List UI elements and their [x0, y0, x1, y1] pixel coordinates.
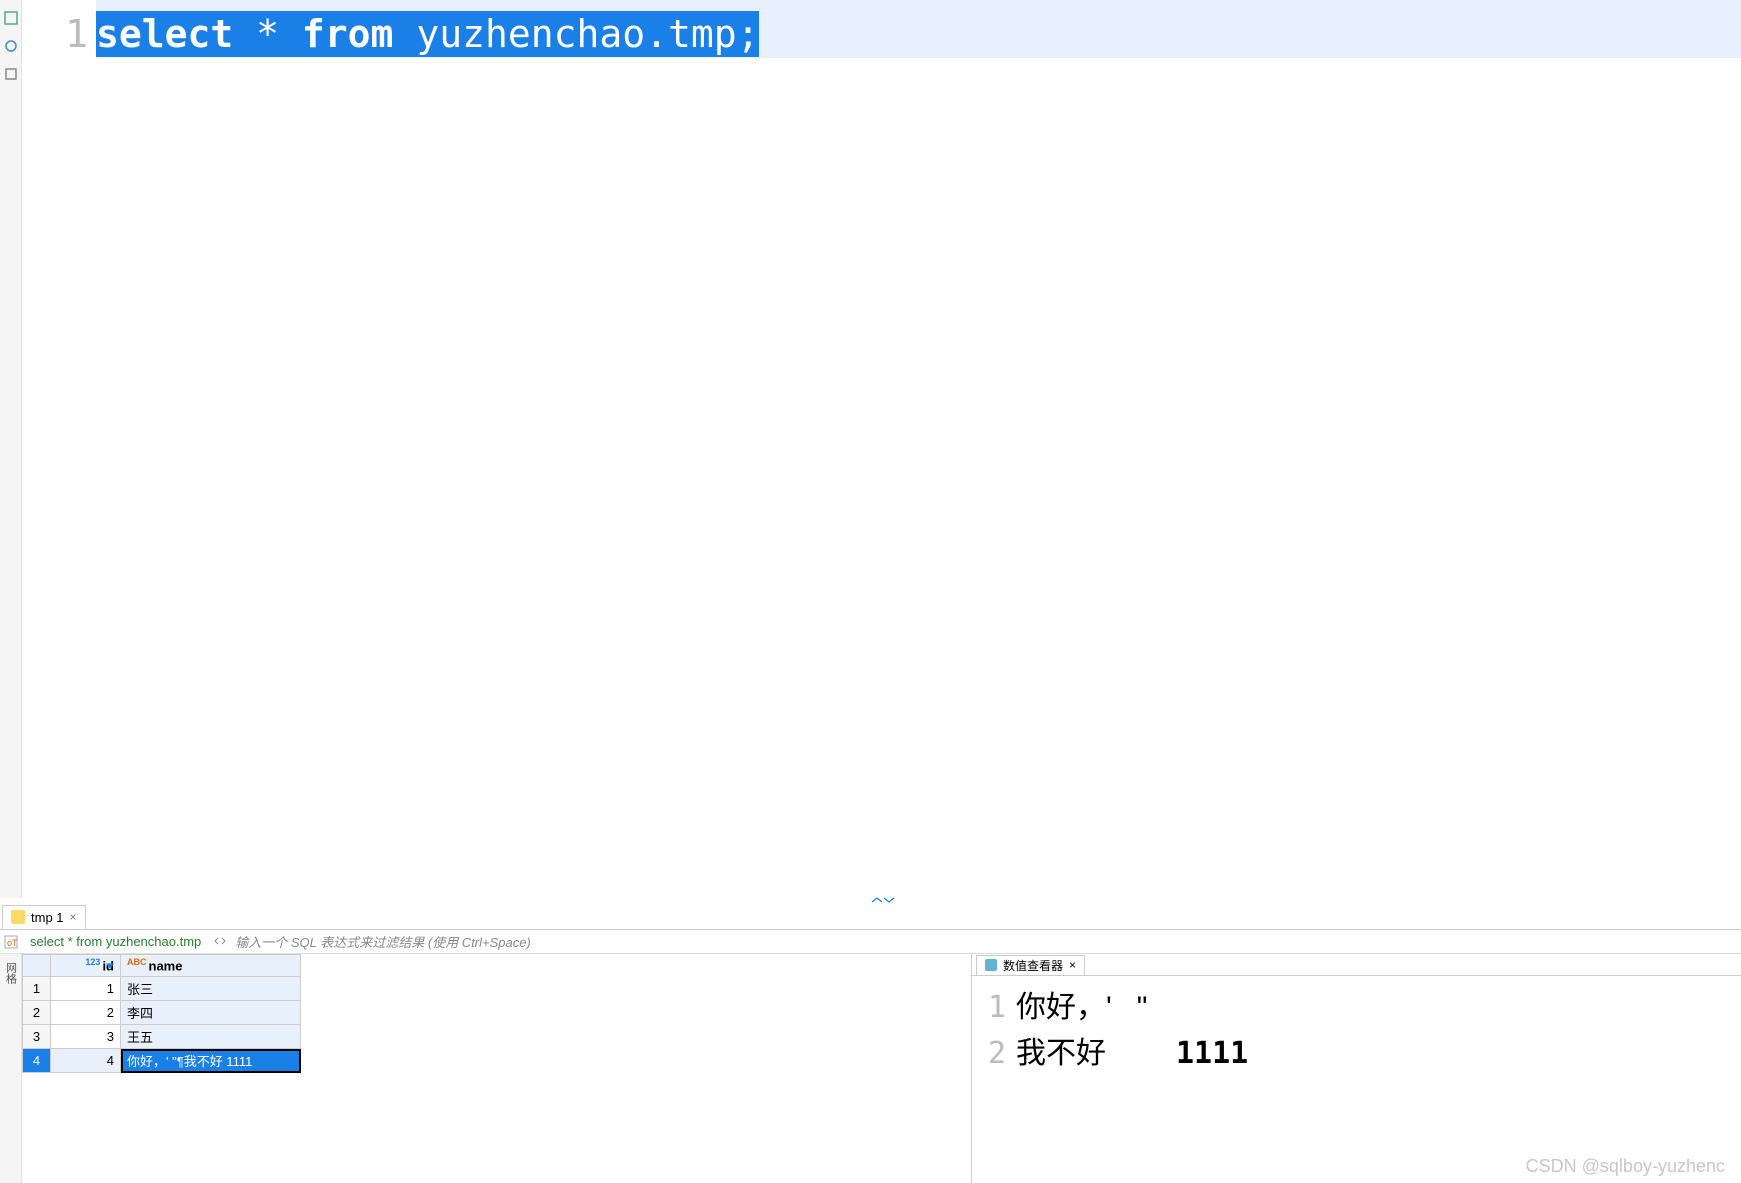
watermark: CSDN @sqlboy-yuzhenc [1526, 1156, 1725, 1177]
type-badge-text: ABC [127, 957, 147, 967]
table-row[interactable]: 1 1 张三 [23, 977, 301, 1001]
query-icon: oT [2, 933, 20, 951]
left-toolbar [0, 0, 22, 898]
results-side-tab[interactable]: 网格 [0, 954, 22, 1183]
results-panel: tmp 1 × oT select * from yuzhenchao.tmp … [0, 904, 1741, 1183]
editor-hscrollbar[interactable] [118, 881, 1741, 898]
result-tabbar: tmp 1 × [0, 904, 1741, 930]
grid-body: 1 1 张三 2 2 李四 3 3 王五 4 [23, 977, 301, 1073]
toolbar-icon-1[interactable] [1, 8, 21, 28]
viewer-line: 1 你好，' " [982, 982, 1731, 1026]
expand-icon[interactable] [211, 933, 229, 951]
editor-gutter: 1 [22, 0, 96, 898]
viewer-tab[interactable]: 数值查看器 × [976, 955, 1085, 975]
viewer-tab-label: 数值查看器 [1003, 957, 1063, 974]
column-header-name[interactable]: ABCname [121, 955, 301, 977]
viewer-icon [985, 959, 997, 971]
filter-bar: oT select * from yuzhenchao.tmp 输入一个 SQL… [0, 930, 1741, 954]
table-row[interactable]: 2 2 李四 [23, 1001, 301, 1025]
toolbar-icon-2[interactable] [1, 36, 21, 56]
column-header-id[interactable]: 123id [51, 955, 121, 977]
close-icon[interactable]: × [1069, 958, 1076, 972]
viewer-tabbar: 数值查看器 × [972, 954, 1741, 976]
corner-cell[interactable] [23, 955, 51, 977]
code-surface[interactable]: select * from yuzhenchao.tmp; [96, 0, 1741, 898]
svg-text:oT: oT [7, 938, 18, 948]
code-line[interactable]: select * from yuzhenchao.tmp; [96, 12, 1741, 56]
sql-table-icon [11, 910, 25, 924]
table-row-selected[interactable]: 4 4 你好，' "¶我不好 1111 [23, 1049, 301, 1073]
line-number: 1 [22, 12, 88, 56]
result-tab-label: tmp 1 [31, 910, 64, 925]
filter-placeholder[interactable]: 输入一个 SQL 表达式来过滤结果 (使用 Ctrl+Space) [235, 932, 531, 951]
sql-editor[interactable]: 1 select * from yuzhenchao.tmp; [22, 0, 1741, 898]
viewer-line: 2 我不好 1111 [982, 1028, 1731, 1072]
value-viewer-panel: 数值查看器 × 1 你好，' " 2 我不好 1111 [971, 954, 1741, 1183]
viewer-content[interactable]: 1 你好，' " 2 我不好 1111 [972, 976, 1741, 1078]
query-text[interactable]: select * from yuzhenchao.tmp [26, 934, 205, 949]
type-badge-number: 123 [85, 957, 100, 967]
toolbar-icon-3[interactable] [1, 64, 21, 84]
results-grid-wrap: 123id ABCname 1 1 张三 2 2 [22, 954, 301, 1183]
results-body: 网格 123id ABCname 1 [0, 954, 1741, 1183]
results-grid[interactable]: 123id ABCname 1 1 张三 2 2 [22, 954, 301, 1073]
close-icon[interactable]: × [70, 910, 77, 924]
result-tab[interactable]: tmp 1 × [2, 905, 86, 929]
table-row[interactable]: 3 3 王五 [23, 1025, 301, 1049]
